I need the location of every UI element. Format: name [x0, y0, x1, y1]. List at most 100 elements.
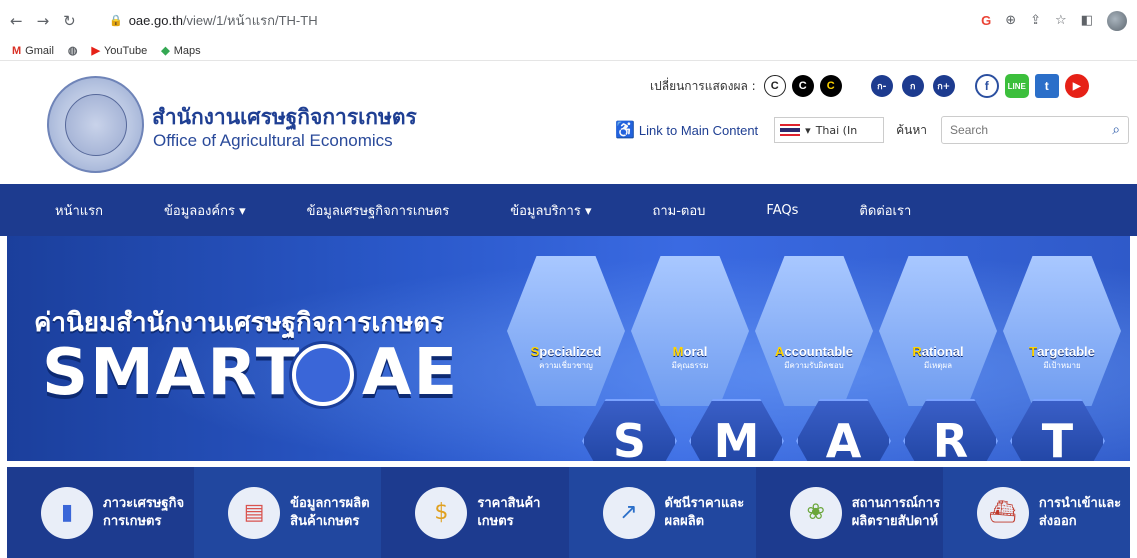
- banner-brand: SMART: [42, 336, 302, 410]
- quick-link-label: ภาวะเศรษฐกิจ การเกษตร: [103, 495, 184, 530]
- font-smaller-button[interactable]: ก-: [870, 75, 893, 97]
- value-initial: T: [1029, 344, 1038, 359]
- quick-link-product-prices[interactable]: $ ราคาสินค้า เกษตร: [381, 467, 568, 558]
- chevron-down-icon: ▾: [805, 123, 811, 137]
- bookmark-globe[interactable]: ◍: [68, 44, 78, 57]
- skip-to-content-link[interactable]: ♿ Link to Main Content: [615, 120, 758, 140]
- contrast-normal-button[interactable]: C: [763, 75, 786, 97]
- hero-banner[interactable]: ค่านิยมสำนักงานเศรษฐกิจการเกษตร SMART AE…: [7, 236, 1130, 461]
- value-rest: argetable: [1037, 344, 1095, 359]
- twitter-icon[interactable]: t: [1034, 74, 1059, 98]
- menu-item-faqs[interactable]: FAQs: [766, 203, 821, 218]
- google-icon[interactable]: G: [981, 13, 991, 28]
- banner-brand-tail: AE: [362, 336, 460, 410]
- search-icon[interactable]: ⌕: [1112, 122, 1120, 138]
- display-label: เปลี่ยนการแสดงผล :: [650, 78, 756, 93]
- value-title: Specialized: [531, 344, 602, 359]
- banner-emblem-icon: [292, 344, 354, 406]
- menu-item-organization[interactable]: ข้อมูลองค์กร ▾: [164, 200, 269, 221]
- org-name-english: Office of Agricultural Economics: [153, 131, 393, 150]
- value-hex-targetable: Targetable มีเป้าหมาย: [1003, 256, 1121, 406]
- bookmark-youtube[interactable]: ▶ YouTube: [92, 44, 148, 58]
- label-line2: ผลผลิต: [664, 513, 705, 529]
- quick-link-economic-status[interactable]: ▮ ภาวะเศรษฐกิจ การเกษตร: [7, 467, 194, 558]
- menu-item-agri-economics-data[interactable]: ข้อมูลเศรษฐกิจการเกษตร: [307, 200, 473, 221]
- facebook-icon[interactable]: f: [974, 74, 999, 98]
- gmail-icon: M: [12, 44, 22, 57]
- label-line1: ภาวะเศรษฐกิจ: [103, 495, 185, 511]
- value-thai: มีเป้าหมาย: [1043, 361, 1081, 370]
- youtube-social-icon[interactable]: ▶: [1064, 74, 1089, 98]
- zoom-icon[interactable]: ⊕: [1005, 13, 1016, 28]
- language-select[interactable]: ▾ Thai (In: [774, 117, 885, 143]
- quick-link-label: สถานการณ์การ ผลิตรายสัปดาห์: [852, 495, 940, 530]
- quick-link-price-index[interactable]: ↗ ดัชนีราคาและผลผลิต: [568, 467, 756, 558]
- menu-item-qa[interactable]: ถาม-ตอบ: [652, 200, 728, 221]
- bookmark-gmail[interactable]: M Gmail: [12, 45, 54, 57]
- value-initial: S: [530, 344, 540, 359]
- search-box: ⌕: [941, 116, 1130, 144]
- search-label-button[interactable]: ค้นหา: [896, 121, 927, 140]
- menu-item-home[interactable]: หน้าแรก: [55, 200, 126, 221]
- label-line1: ดัชนีราคาและ: [664, 495, 745, 511]
- share-icon[interactable]: ⇪: [1030, 13, 1041, 28]
- header-tools: ♿Link to Main Content ▾ Thai (In ค้นหา ⌕: [615, 116, 1130, 144]
- back-icon[interactable]: ←: [10, 12, 23, 30]
- profile-avatar[interactable]: [1107, 10, 1127, 31]
- globe-icon: ◍: [67, 45, 78, 57]
- contrast-yellow-button[interactable]: C: [819, 75, 842, 97]
- menu-item-contact[interactable]: ติดต่อเรา: [859, 200, 934, 221]
- social-links: f LINE t ▶: [974, 74, 1089, 98]
- font-larger-button[interactable]: ก+: [932, 75, 955, 97]
- quick-link-label: ราคาสินค้า เกษตร: [477, 495, 540, 530]
- bar-chart-icon: ▮: [41, 486, 93, 539]
- quick-link-import-export[interactable]: ⛴ การนำเข้าและ ส่งออก: [942, 467, 1131, 558]
- bookmark-maps[interactable]: ◆ Maps: [161, 44, 200, 58]
- value-title: Accountable: [775, 344, 853, 359]
- letter-tile: R: [903, 399, 998, 461]
- url-path: /view/1/หน้าแรก/TH-TH: [182, 13, 318, 28]
- browser-nav: ← → ↻: [10, 12, 105, 30]
- font-normal-button[interactable]: ก: [901, 75, 924, 97]
- label-line1: สถานการณ์การ: [851, 495, 941, 511]
- line-icon[interactable]: LINE: [1004, 74, 1029, 98]
- menu-item-services[interactable]: ข้อมูลบริการ ▾: [510, 200, 614, 221]
- label-line2: ส่งออก: [1038, 513, 1077, 529]
- value-initial: R: [912, 344, 922, 359]
- value-thai: มีเหตุผล: [923, 361, 953, 370]
- label-line2: เกษตร: [477, 513, 514, 529]
- quick-link-weekly-production[interactable]: ❀ สถานการณ์การ ผลิตรายสัปดาห์: [756, 467, 943, 558]
- language-value: Thai (In: [815, 123, 858, 137]
- contrast-dark-button[interactable]: C: [791, 75, 814, 97]
- value-hex-rational: Rational มีเหตุผล: [879, 256, 997, 406]
- reload-icon[interactable]: ↻: [63, 12, 76, 30]
- value-title: Rational: [912, 344, 963, 359]
- maps-icon: ◆: [161, 45, 170, 57]
- quick-links-bar: ▮ ภาวะเศรษฐกิจ การเกษตร ▤ ข้อมูลการผลิต สินค…: [7, 467, 1131, 558]
- site-header: สำนักงานเศรษฐกิจการเกษตร Office of Agric…: [0, 61, 1137, 184]
- seal-emblem: [64, 93, 127, 156]
- quick-link-production-data[interactable]: ▤ ข้อมูลการผลิต สินค้าเกษตร: [194, 467, 382, 558]
- browser-actions: G ⊕ ⇪ ☆ ◧: [981, 10, 1127, 31]
- value-hex-specialized: Specialized ความเชี่ยวชาญ: [507, 256, 625, 406]
- value-rest: ational: [921, 344, 964, 359]
- values-hexagons: Specialized ความเชี่ยวชาญ Moral มีคุณธรรม …: [507, 256, 1121, 406]
- value-thai: ความเชี่ยวชาญ: [539, 361, 593, 370]
- skip-link-label: Link to Main Content: [638, 122, 759, 138]
- url-text[interactable]: oae.go.th/view/1/หน้าแรก/TH-TH: [129, 10, 318, 31]
- bookmark-star-icon[interactable]: ☆: [1055, 13, 1067, 28]
- oae-seal-logo[interactable]: [47, 76, 144, 173]
- address-bar[interactable]: 🔒 oae.go.th/view/1/หน้าแรก/TH-TH: [109, 10, 981, 31]
- bookmark-label: YouTube: [103, 44, 148, 57]
- url-host: oae.go.th: [128, 13, 183, 28]
- value-initial: A: [774, 344, 785, 359]
- search-input[interactable]: [950, 123, 1091, 137]
- letter-tile: S: [582, 399, 677, 461]
- main-menu: หน้าแรก ข้อมูลองค์กร ▾ ข้อมูลเศรษฐกิจการ…: [0, 184, 1137, 236]
- value-thai: มีความรับผิดชอบ: [784, 361, 844, 370]
- sidepanel-icon[interactable]: ◧: [1081, 13, 1093, 28]
- forward-icon[interactable]: →: [37, 12, 50, 30]
- label-line1: ข้อมูลการผลิต: [290, 495, 370, 511]
- line-chart-icon: ↗: [602, 486, 655, 539]
- smart-letters: S M A R T: [582, 399, 1105, 461]
